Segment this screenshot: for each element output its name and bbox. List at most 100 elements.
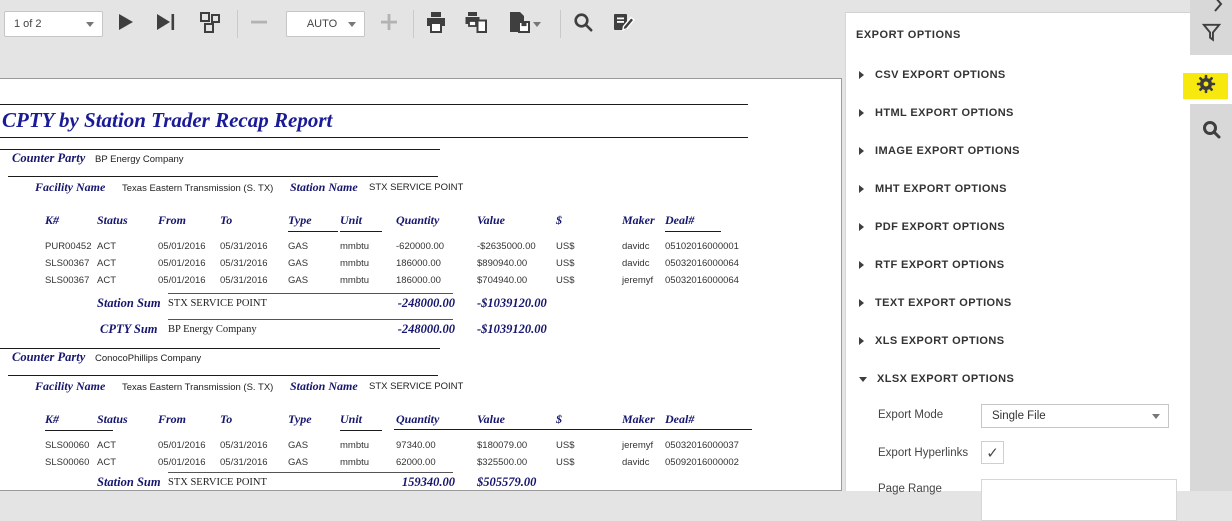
tab-filter[interactable] (1190, 18, 1232, 52)
facility-name-label: Facility Name (35, 379, 105, 394)
group-image-export-options[interactable]: IMAGE EXPORT OPTIONS (859, 143, 1020, 158)
table-row: SLS00367ACT05/01/201605/31/2016GASmmbtu1… (0, 275, 841, 289)
station-sum-name: STX SERVICE POINT (168, 298, 267, 309)
print-page-button[interactable] (461, 9, 491, 39)
toolbar-separator (413, 10, 414, 38)
station-sum-name: STX SERVICE POINT (168, 477, 267, 488)
table-cell: jeremyf (622, 275, 653, 286)
column-header: Value (477, 412, 505, 427)
table-cell: 05/01/2016 (158, 258, 206, 269)
group-label: RTF EXPORT OPTIONS (875, 259, 1004, 271)
export-mode-select[interactable]: Single File (981, 404, 1169, 428)
table-cell: GAS (288, 258, 308, 269)
check-icon: ✓ (986, 444, 999, 462)
station-sum-label: Station Sum (97, 296, 161, 311)
column-header: Type (288, 213, 338, 232)
group-text-export-options[interactable]: TEXT EXPORT OPTIONS (859, 295, 1012, 310)
export-button[interactable] (503, 9, 545, 39)
page-range-input[interactable] (981, 479, 1177, 521)
zoom-selector[interactable]: AUTO (286, 11, 365, 37)
chevron-right-icon (859, 337, 864, 345)
table-cell: 05/31/2016 (220, 241, 268, 252)
search-button[interactable] (568, 9, 598, 39)
collapse-chevron-icon[interactable] (1210, 0, 1226, 17)
print-button[interactable] (421, 9, 451, 39)
table-row: SLS00367ACT05/01/201605/31/2016GASmmbtu1… (0, 258, 841, 272)
group-label: MHT EXPORT OPTIONS (875, 183, 1007, 195)
table-cell: 05102016000001 (665, 241, 739, 252)
column-header: $ (556, 213, 562, 228)
column-header: Unit (340, 412, 382, 431)
group-pdf-export-options[interactable]: PDF EXPORT OPTIONS (859, 219, 1005, 234)
cpty-sum-quantity: -248000.00 (385, 322, 455, 337)
column-header: From (158, 412, 186, 427)
facility-name-value: Texas Eastern Transmission (S. TX) (122, 183, 273, 194)
group-rtf-export-options[interactable]: RTF EXPORT OPTIONS (859, 257, 1004, 272)
tab-search[interactable] (1190, 114, 1232, 148)
group-xlsx-export-options[interactable]: XLSX EXPORT OPTIONS (859, 371, 1014, 386)
page-selector[interactable]: 1 of 2 (4, 11, 103, 37)
counter-party-value: ConocoPhillips Company (95, 353, 201, 364)
table-cell: $890940.00 (477, 258, 527, 269)
next-page-icon (113, 10, 137, 39)
tab-settings[interactable] (1183, 73, 1228, 99)
rule (0, 104, 748, 105)
export-options-panel: EXPORT OPTIONS CSV EXPORT OPTIONS HTML E… (845, 12, 1190, 491)
export-mode-label: Export Mode (878, 409, 943, 421)
group-mht-export-options[interactable]: MHT EXPORT OPTIONS (859, 181, 1007, 196)
export-hyperlinks-checkbox[interactable]: ✓ (981, 441, 1004, 464)
column-header: Maker (622, 412, 655, 427)
table-cell: ACT (97, 258, 116, 269)
chevron-down-icon (533, 22, 541, 27)
table-cell: ACT (97, 241, 116, 252)
station-sum-value: -$1039120.00 (477, 296, 547, 311)
rule (0, 137, 748, 138)
table-cell: SLS00060 (45, 440, 89, 451)
station-sum-quantity: 159340.00 (385, 475, 455, 490)
table-cell: mmbtu (340, 241, 369, 252)
facility-name-label: Facility Name (35, 180, 105, 195)
search-icon (1199, 117, 1223, 146)
station-name-label: Station Name (290, 379, 358, 394)
table-cell: 05/31/2016 (220, 457, 268, 468)
table-cell: PUR00452 (45, 241, 91, 252)
group-csv-export-options[interactable]: CSV EXPORT OPTIONS (859, 67, 1006, 82)
table-cell: 05/01/2016 (158, 440, 206, 451)
last-page-button[interactable] (150, 9, 180, 39)
column-header: K# (45, 213, 59, 228)
print-page-icon (464, 10, 488, 39)
table-cell: US$ (556, 258, 574, 269)
page-range-label: Page Range (878, 483, 942, 495)
chevron-right-icon (859, 109, 864, 117)
table-cell: ACT (97, 457, 116, 468)
table-cell: jeremyf (622, 440, 653, 451)
chevron-down-icon (86, 22, 94, 27)
column-header: Value (477, 213, 505, 228)
multi-page-view-button[interactable] (195, 9, 225, 39)
table-cell: mmbtu (340, 258, 369, 269)
rule (168, 472, 453, 473)
group-html-export-options[interactable]: HTML EXPORT OPTIONS (859, 105, 1014, 120)
chevron-down-icon (859, 377, 867, 382)
viewer-toolbar: 1 of 2 AUTO (0, 0, 845, 48)
zoom-selector-value: AUTO (287, 18, 348, 30)
table-cell: 62000.00 (396, 457, 436, 468)
column-header: To (220, 213, 232, 228)
edit-document-icon (611, 10, 635, 39)
chevron-right-icon (859, 223, 864, 231)
zoom-in-button[interactable] (374, 9, 404, 39)
edit-document-button[interactable] (608, 9, 638, 39)
column-header: Unit (340, 213, 382, 232)
table-cell: 05/01/2016 (158, 275, 206, 286)
export-mode-value: Single File (982, 410, 1152, 422)
table-cell: SLS00060 (45, 457, 89, 468)
group-xls-export-options[interactable]: XLS EXPORT OPTIONS (859, 333, 1004, 348)
table-cell: 05032016000064 (665, 275, 739, 286)
table-header-row: K# Status From To Type Unit Quantity Val… (0, 412, 841, 426)
table-cell: SLS00367 (45, 258, 89, 269)
print-icon (424, 10, 448, 39)
next-page-button[interactable] (110, 9, 140, 39)
zoom-out-button[interactable] (244, 9, 274, 39)
table-cell: US$ (556, 440, 574, 451)
table-cell: mmbtu (340, 440, 369, 451)
